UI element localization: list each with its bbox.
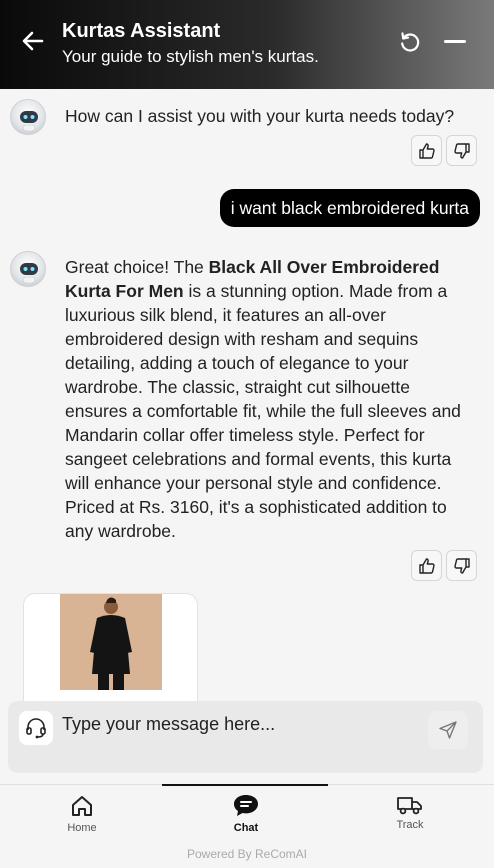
message-input[interactable] — [62, 710, 412, 738]
chat-header: Kurtas Assistant Your guide to stylish m… — [0, 0, 494, 89]
thumbs-up-icon[interactable] — [411, 135, 442, 166]
nav-home-label: Home — [67, 822, 97, 834]
headset-icon[interactable] — [19, 711, 53, 745]
nav-track-label: Track — [396, 819, 424, 831]
chat-icon — [232, 792, 260, 823]
refresh-icon[interactable] — [398, 30, 422, 54]
nav-chat[interactable]: Chat — [164, 785, 328, 843]
bot-avatar — [10, 251, 46, 287]
powered-by: Powered By ReComAI — [186, 847, 308, 861]
header-subtitle: Your guide to stylish men's kurtas. — [62, 47, 319, 66]
truck-icon — [396, 793, 424, 822]
header-title: Kurtas Assistant — [62, 20, 221, 42]
reply-body: is a stunning option. Made from a luxuri… — [65, 281, 461, 541]
minimize-icon[interactable] — [444, 40, 466, 43]
bot-message-reply: Great choice! The Black All Over Embroid… — [65, 255, 470, 543]
nav-chat-label: Chat — [233, 822, 259, 834]
product-card[interactable] — [23, 593, 198, 701]
product-image[interactable] — [60, 594, 162, 690]
message-composer — [8, 701, 483, 773]
chat-messages[interactable]: How can I assist you with your kurta nee… — [0, 89, 494, 701]
reply-intro: Great choice! The — [65, 257, 209, 277]
bot-avatar — [10, 99, 46, 135]
bottom-nav: Home Chat Track — [0, 784, 494, 842]
thumbs-down-icon[interactable] — [446, 550, 477, 581]
back-arrow-icon[interactable] — [20, 28, 46, 54]
thumbs-up-icon[interactable] — [411, 550, 442, 581]
thumbs-down-icon[interactable] — [446, 135, 477, 166]
nav-track[interactable]: Track — [328, 785, 492, 843]
send-icon[interactable] — [428, 711, 468, 749]
bot-message-greeting: How can I assist you with your kurta nee… — [65, 106, 455, 126]
user-message: i want black embroidered kurta — [219, 189, 480, 227]
home-icon — [69, 793, 95, 824]
nav-home[interactable]: Home — [0, 785, 164, 843]
